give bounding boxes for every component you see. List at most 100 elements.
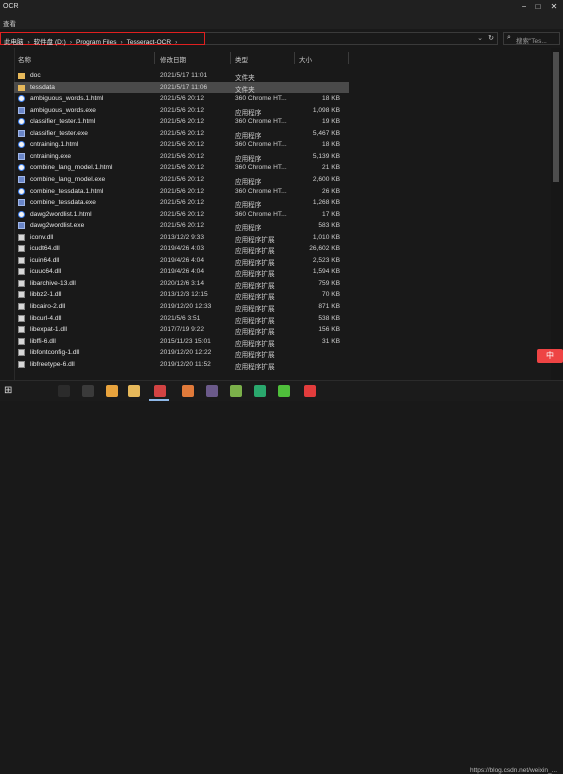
file-row[interactable]: classifier_tester.exe 2021/5/6 20:12 应用程序 5… xyxy=(14,128,349,140)
tab-view[interactable]: 查看 xyxy=(3,18,16,28)
scrollbar-thumb[interactable] xyxy=(553,52,559,182)
chevron-right-icon[interactable]: › xyxy=(28,39,30,46)
column-divider[interactable] xyxy=(230,52,231,64)
wechat-icon[interactable] xyxy=(278,385,290,397)
file-date: 2021/5/6 20:12 xyxy=(160,210,204,218)
chevron-right-icon[interactable]: › xyxy=(70,39,72,46)
breadcrumb: 此电脑 › 软件盘 (D:) › Program Files › Tesseract-OCR… xyxy=(4,36,181,46)
chevron-right-icon[interactable]: › xyxy=(120,39,122,46)
file-name: icuuc64.dll xyxy=(30,268,62,276)
file-row[interactable]: libarchive-13.dll 2020/12/6 3:14 应用程序扩展 759… xyxy=(14,278,349,290)
file-row[interactable]: icuin64.dll 2019/4/26 4:04 应用程序扩展 2,523 KB xyxy=(14,255,349,267)
crumb-program-files[interactable]: Program Files xyxy=(76,39,116,46)
crumb-tesseract-ocr[interactable]: Tesseract-OCR xyxy=(127,39,171,46)
file-date: 2021/5/6 3:51 xyxy=(160,314,201,322)
file-name: classifier_tester.1.html xyxy=(30,118,96,126)
file-row[interactable]: icudt64.dll 2019/4/26 4:03 应用程序扩展 26,602 KB xyxy=(14,243,349,255)
chevron-right-icon[interactable]: › xyxy=(175,39,177,46)
file-size: 538 KB xyxy=(318,314,340,322)
file-size: 31 KB xyxy=(322,337,340,345)
file-size: 2,523 KB xyxy=(312,256,340,264)
file-row[interactable]: icuuc64.dll 2019/4/26 4:04 应用程序扩展 1,594 KB xyxy=(14,266,349,278)
file-type: 应用程序扩展 xyxy=(235,271,275,279)
refresh-icon[interactable]: ↻ xyxy=(488,34,494,42)
file-name: icudt64.dll xyxy=(30,245,60,253)
file-name: libbz2-1.dll xyxy=(30,291,62,299)
column-date[interactable]: 修改日期 xyxy=(160,54,186,64)
search-box[interactable]: ⌕ 搜索"Tes... xyxy=(503,32,560,45)
minimize-button[interactable]: − xyxy=(518,2,530,12)
file-row[interactable]: dawg2wordlist.1.html 2021/5/6 20:12 360 Ch… xyxy=(14,209,349,221)
file-size: 759 KB xyxy=(318,279,340,287)
red-app-icon[interactable] xyxy=(154,385,166,397)
file-type: 应用程序 xyxy=(235,132,262,140)
orange-app-icon[interactable] xyxy=(182,385,194,397)
terminal-icon[interactable] xyxy=(58,385,70,397)
file-row[interactable]: tessdata 2021/5/17 11:06 文件夹 xyxy=(14,81,349,94)
file-row[interactable]: dawg2wordlist.exe 2021/5/6 20:12 应用程序 583 K… xyxy=(14,220,349,232)
file-name: ambiguous_words.1.html xyxy=(30,95,104,103)
file-date: 2021/5/6 20:12 xyxy=(160,199,204,207)
exe-icon xyxy=(18,222,25,230)
file-type: 应用程序扩展 xyxy=(235,363,275,371)
navigation-pane[interactable] xyxy=(0,48,15,380)
column-divider[interactable] xyxy=(154,52,155,64)
column-divider[interactable] xyxy=(294,52,295,64)
file-type: 应用程序扩展 xyxy=(235,340,275,348)
file-date: 2021/5/6 20:12 xyxy=(160,187,204,195)
file-row[interactable]: libexpat-1.dll 2017/7/19 9:22 应用程序扩展 156 KB xyxy=(14,324,349,336)
crumb-this-pc[interactable]: 此电脑 xyxy=(4,36,24,46)
column-divider[interactable] xyxy=(348,52,349,64)
file-date: 2021/5/6 20:12 xyxy=(160,106,204,114)
file-row[interactable]: combine_lang_model.exe 2021/5/6 20:12 应用程序… xyxy=(14,174,349,186)
folder-icon xyxy=(18,73,25,79)
file-row[interactable]: libfontconfig-1.dll 2019/12/20 12:22 应用程序扩… xyxy=(14,347,349,359)
crumb-drive-d[interactable]: 软件盘 (D:) xyxy=(34,36,66,46)
notepad-icon[interactable] xyxy=(230,385,242,397)
file-row[interactable]: combine_lang_model.1.html 2021/5/6 20:12 3… xyxy=(14,162,349,174)
start-button-icon[interactable]: ⊞ xyxy=(4,385,16,397)
exe-icon xyxy=(18,106,25,114)
address-row: 此电脑 › 软件盘 (D:) › Program Files › Tesseract-OCR… xyxy=(0,30,563,48)
column-type[interactable]: 类型 xyxy=(235,54,248,64)
red-circle-app-icon[interactable] xyxy=(304,385,316,397)
chevron-down-icon[interactable]: ⌄ xyxy=(477,34,483,42)
file-row[interactable]: ambiguous_words.1.html 2021/5/6 20:12 360 … xyxy=(14,93,349,105)
app-icon-dark[interactable] xyxy=(82,385,94,397)
address-bar[interactable]: 此电脑 › 软件盘 (D:) › Program Files › Tesseract-OCR… xyxy=(0,32,205,46)
file-row[interactable]: cntraining.exe 2021/5/6 20:12 应用程序 5,139 KB xyxy=(14,151,349,163)
file-row[interactable]: libcairo-2.dll 2019/12/20 12:33 应用程序扩展 871 … xyxy=(14,301,349,313)
active-app-indicator xyxy=(149,399,169,401)
column-size[interactable]: 大小 xyxy=(299,54,312,64)
file-row[interactable]: cntraining.1.html 2021/5/6 20:12 360 Chrom… xyxy=(14,139,349,151)
file-row[interactable]: libcurl-4.dll 2021/5/6 3:51 应用程序扩展 538 KB xyxy=(14,313,349,325)
column-name[interactable]: 名称 xyxy=(18,54,31,64)
dll-icon xyxy=(18,360,25,368)
exe-icon xyxy=(18,175,25,183)
pycharm-icon[interactable] xyxy=(254,385,266,397)
close-button[interactable]: ✕ xyxy=(548,2,560,12)
file-date: 2019/4/26 4:03 xyxy=(160,245,204,253)
file-row[interactable]: iconv.dll 2013/12/2 9:33 应用程序扩展 1,010 KB xyxy=(14,232,349,244)
file-row[interactable]: libfreetype-6.dll 2019/12/20 11:52 应用程序扩展 xyxy=(14,359,349,371)
file-date: 2015/11/23 15:01 xyxy=(160,337,211,345)
file-row[interactable]: libbz2-1.dll 2013/12/3 12:15 应用程序扩展 70 KB xyxy=(14,289,349,301)
file-row[interactable]: combine_tessdata.1.html 2021/5/6 20:12 360… xyxy=(14,186,349,198)
file-type: 应用程序扩展 xyxy=(235,248,275,256)
file-row[interactable]: doc 2021/5/17 11:01 文件夹 xyxy=(14,70,349,82)
file-row[interactable]: ambiguous_words.exe 2021/5/6 20:12 应用程序 1,0… xyxy=(14,105,349,117)
file-size: 18 KB xyxy=(322,95,340,103)
chrome-icon[interactable] xyxy=(106,385,118,397)
ime-badge[interactable]: 中 xyxy=(537,349,563,363)
file-name: combine_tessdata.exe xyxy=(30,199,96,207)
globe-icon[interactable] xyxy=(206,385,218,397)
file-explorer-icon[interactable] xyxy=(128,385,140,397)
file-size: 26,602 KB xyxy=(309,245,340,253)
maximize-button[interactable]: □ xyxy=(532,2,544,12)
file-row[interactable]: classifier_tester.1.html 2021/5/6 20:12 36… xyxy=(14,116,349,128)
file-row[interactable]: libffi-6.dll 2015/11/23 15:01 应用程序扩展 31 KB xyxy=(14,336,349,348)
address-bar-tail[interactable]: ⌄ ↻ xyxy=(205,32,498,45)
ribbon: 查看 xyxy=(0,15,563,29)
file-row[interactable]: combine_tessdata.exe 2021/5/6 20:12 应用程序 1,… xyxy=(14,197,349,209)
file-date: 2021/5/6 20:12 xyxy=(160,129,204,137)
